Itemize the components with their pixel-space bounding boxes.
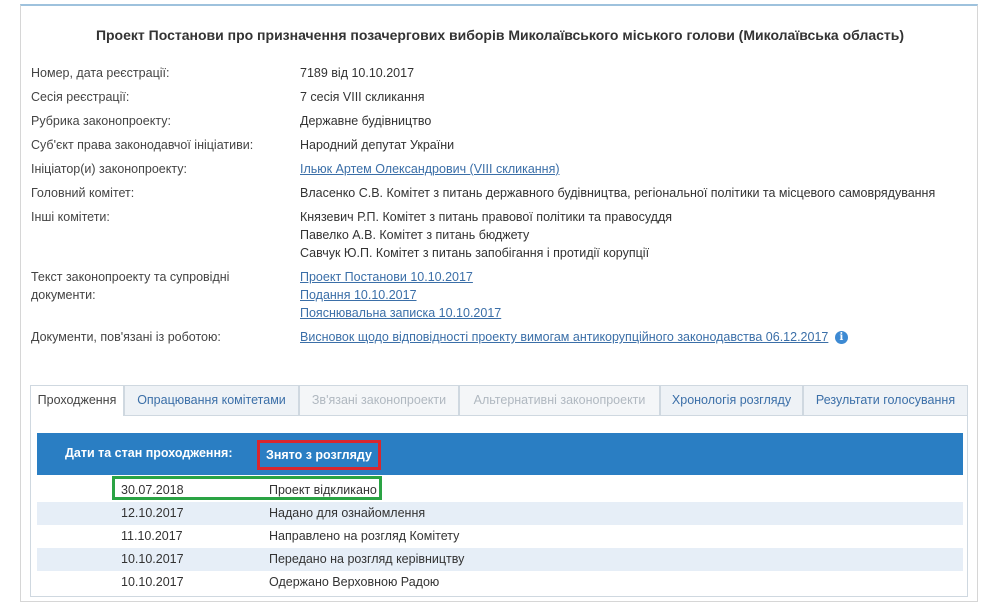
- field-value: Народний депутат України: [300, 138, 455, 152]
- document-link[interactable]: Пояснювальна записка 10.10.2017: [300, 306, 501, 320]
- history-row: 11.10.2017 Направлено на розгляд Комітет…: [37, 525, 963, 548]
- initiator-link[interactable]: Ільюк Артем Олександрович (VIII скликанн…: [300, 162, 560, 176]
- history-date: 10.10.2017: [121, 552, 184, 566]
- field-label-line: документи:: [31, 288, 96, 302]
- tab-committee-work[interactable]: Опрацювання комітетами: [124, 385, 299, 415]
- history-date: 30.07.2018: [121, 483, 184, 497]
- history-event: Одержано Верховною Радою: [269, 575, 440, 589]
- history-row: 10.10.2017 Передано на розгляд керівницт…: [37, 548, 963, 571]
- field-label: Інші комітети:: [31, 210, 110, 224]
- status-badge: Знято з розгляду: [257, 440, 381, 470]
- document-links: Проект Постанови 10.10.2017 Подання 10.1…: [300, 268, 960, 322]
- committee-item: Князевич Р.П. Комітет з питань правової …: [300, 210, 673, 224]
- passage-panel: Дати та стан проходження: Знято з розгля…: [30, 415, 968, 597]
- history-row: 30.07.2018 Проект відкликано: [37, 479, 963, 502]
- status-label: Дати та стан проходження:: [65, 446, 233, 460]
- history-list: 30.07.2018 Проект відкликано 12.10.2017 …: [37, 479, 963, 594]
- history-row: 10.10.2017 Одержано Верховною Радою: [37, 571, 963, 594]
- field-value-list: Князевич Р.П. Комітет з питань правової …: [300, 208, 960, 262]
- info-icon[interactable]: i: [834, 331, 848, 344]
- tab-bar: Проходження Опрацювання комітетами Зв'яз…: [30, 385, 968, 416]
- document-link[interactable]: Проект Постанови 10.10.2017: [300, 270, 473, 284]
- field-value-wrap: Висновок щодо відповідності проекту вимо…: [300, 328, 960, 346]
- committee-item: Павелко А.В. Комітет з питань бюджету: [300, 228, 530, 242]
- tab-voting-results[interactable]: Результати голосування: [803, 385, 968, 415]
- tab-alternative-bills: Альтернативні законопроекти: [459, 385, 660, 415]
- field-label: Рубрика законопроекту:: [31, 114, 171, 128]
- field-value: Власенко С.В. Комітет з питань державног…: [300, 186, 936, 200]
- field-label: Документи, пов'язані із роботою:: [31, 330, 221, 344]
- history-date: 11.10.2017: [121, 529, 183, 543]
- field-label: Суб'єкт права законодавчої ініціативи:: [31, 138, 254, 152]
- tab-passage[interactable]: Проходження: [30, 385, 124, 416]
- history-date: 12.10.2017: [121, 506, 184, 520]
- tab-related-bills: Зв'язані законопроекти: [299, 385, 459, 415]
- history-event: Передано на розгляд керівництву: [269, 552, 465, 566]
- field-value: 7 сесія VIII скликання: [300, 90, 425, 104]
- field-value: 7189 від 10.10.2017: [300, 66, 415, 80]
- page-title: Проект Постанови про призначення позачер…: [95, 27, 905, 43]
- history-row: 12.10.2017 Надано для ознайомлення: [37, 502, 963, 525]
- history-event: Направлено на розгляд Комітету: [269, 529, 460, 543]
- field-value-wrap: Ільюк Артем Олександрович (VIII скликанн…: [300, 160, 960, 178]
- history-date: 10.10.2017: [121, 575, 184, 589]
- document-link[interactable]: Подання 10.10.2017: [300, 288, 417, 302]
- field-label: Головний комітет:: [31, 186, 135, 200]
- field-label-line: Текст законопроекту та супровідні: [31, 270, 230, 284]
- status-bar: Дати та стан проходження: Знято з розгля…: [37, 433, 963, 475]
- field-label: Сесія реєстрації:: [31, 90, 130, 104]
- tab-chronology[interactable]: Хронологія розгляду: [660, 385, 803, 415]
- bill-card: Проект Постанови про призначення позачер…: [20, 4, 978, 602]
- field-value: Державне будівництво: [300, 114, 432, 128]
- committee-item: Савчук Ю.П. Комітет з питань запобігання…: [300, 246, 650, 260]
- field-label: Ініціатор(и) законопроекту:: [31, 162, 187, 176]
- field-label: Номер, дата реєстрації:: [31, 66, 170, 80]
- related-doc-link[interactable]: Висновок щодо відповідності проекту вимо…: [300, 330, 828, 344]
- history-event: Проект відкликано: [269, 483, 377, 497]
- history-event: Надано для ознайомлення: [269, 506, 426, 520]
- field-label: Текст законопроекту та супровідні докуме…: [31, 268, 291, 304]
